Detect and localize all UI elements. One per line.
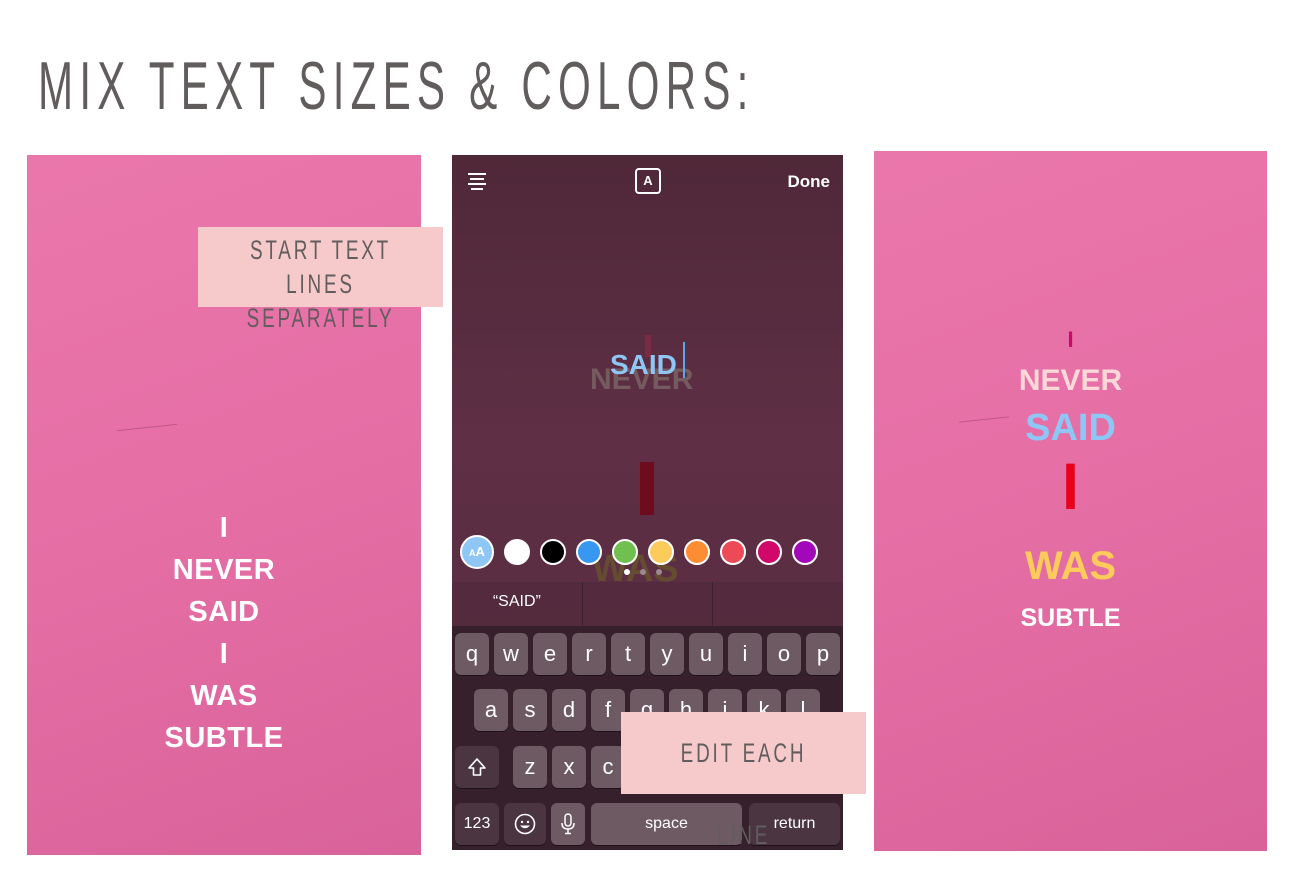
callout-line: EDIT EACH LINE (680, 738, 807, 850)
key-o[interactable]: o (767, 633, 801, 675)
key-a[interactable]: a (474, 689, 508, 731)
text-style-aa-button[interactable]: AA (460, 535, 494, 569)
color-swatch-black[interactable] (540, 539, 566, 565)
key-t[interactable]: t (611, 633, 645, 675)
key-q[interactable]: q (455, 633, 489, 675)
key-u[interactable]: u (689, 633, 723, 675)
emoji-icon (514, 813, 536, 835)
suggestion[interactable] (583, 582, 714, 626)
ghost-text-i-large (640, 462, 654, 515)
font-style-button[interactable]: A (635, 168, 661, 194)
palette-page-dots[interactable] (624, 569, 662, 575)
microphone-icon (561, 813, 575, 835)
callout-line: START TEXT LINES (249, 235, 392, 299)
suggestion[interactable] (713, 582, 843, 626)
story-line-said: SAID (1025, 407, 1116, 449)
key-c[interactable]: c (591, 746, 625, 788)
color-swatch-green[interactable] (612, 539, 638, 565)
key-e[interactable]: e (533, 633, 567, 675)
key-p[interactable]: p (806, 633, 840, 675)
key-f[interactable]: f (591, 689, 625, 731)
page-dot[interactable] (656, 569, 662, 575)
callout-line: SEPARATELY (246, 303, 395, 333)
microphone-key[interactable] (551, 803, 585, 845)
story-line-i-small: I (1067, 327, 1074, 352)
suggestion[interactable]: “SAID” (452, 582, 583, 626)
shift-arrow-icon (468, 758, 486, 776)
key-w[interactable]: w (494, 633, 528, 675)
color-swatch-orange[interactable] (684, 539, 710, 565)
key-x[interactable]: x (552, 746, 586, 788)
story-line: I (219, 638, 229, 670)
story-line: SAID (188, 596, 260, 628)
done-button[interactable]: Done (788, 172, 831, 192)
story-line-subtle: SUBTLE (1020, 604, 1121, 632)
story-line-was: WAS (1024, 544, 1117, 588)
callout-edit-line: EDIT EACH LINE (621, 712, 866, 850)
color-swatch-red[interactable] (720, 539, 746, 565)
callout-start-lines: START TEXT LINES SEPARATELY (198, 227, 443, 333)
editing-text[interactable]: SAID (610, 349, 677, 381)
story-line-never: NEVER (1018, 364, 1123, 397)
color-swatch-purple[interactable] (792, 539, 818, 565)
story-line: NEVER (172, 554, 276, 586)
key-s[interactable]: s (513, 689, 547, 731)
color-swatch-white[interactable] (504, 539, 530, 565)
color-swatch-magenta[interactable] (756, 539, 782, 565)
key-z[interactable]: z (513, 746, 547, 788)
key-d[interactable]: d (552, 689, 586, 731)
numbers-key[interactable]: 123 (455, 803, 499, 845)
autocorrect-bar: “SAID” (452, 582, 843, 626)
story-text-stack: I NEVER SAID I WAS SUBTLE (27, 507, 421, 759)
text-align-center-icon[interactable] (468, 173, 486, 191)
emoji-key[interactable] (504, 803, 546, 845)
color-swatch-blue[interactable] (576, 539, 602, 565)
color-palette: AA (460, 535, 828, 569)
key-r[interactable]: r (572, 633, 606, 675)
page-dot[interactable] (640, 569, 646, 575)
story-line: I (219, 512, 229, 544)
key-i[interactable]: i (728, 633, 762, 675)
story-line: SUBTLE (164, 722, 284, 754)
key-y[interactable]: y (650, 633, 684, 675)
story-line-i-large: I (1062, 449, 1079, 523)
page-title: MIX TEXT SIZES & COLORS: (38, 48, 755, 124)
story-line: WAS (190, 680, 258, 712)
paper-crack (117, 423, 177, 432)
text-cursor (683, 342, 685, 378)
story-panel-colored: I NEVER SAID I WAS SUBTLE (874, 151, 1267, 851)
shift-key[interactable] (455, 746, 499, 788)
color-swatch-yellow[interactable] (648, 539, 674, 565)
page-dot[interactable] (624, 569, 630, 575)
